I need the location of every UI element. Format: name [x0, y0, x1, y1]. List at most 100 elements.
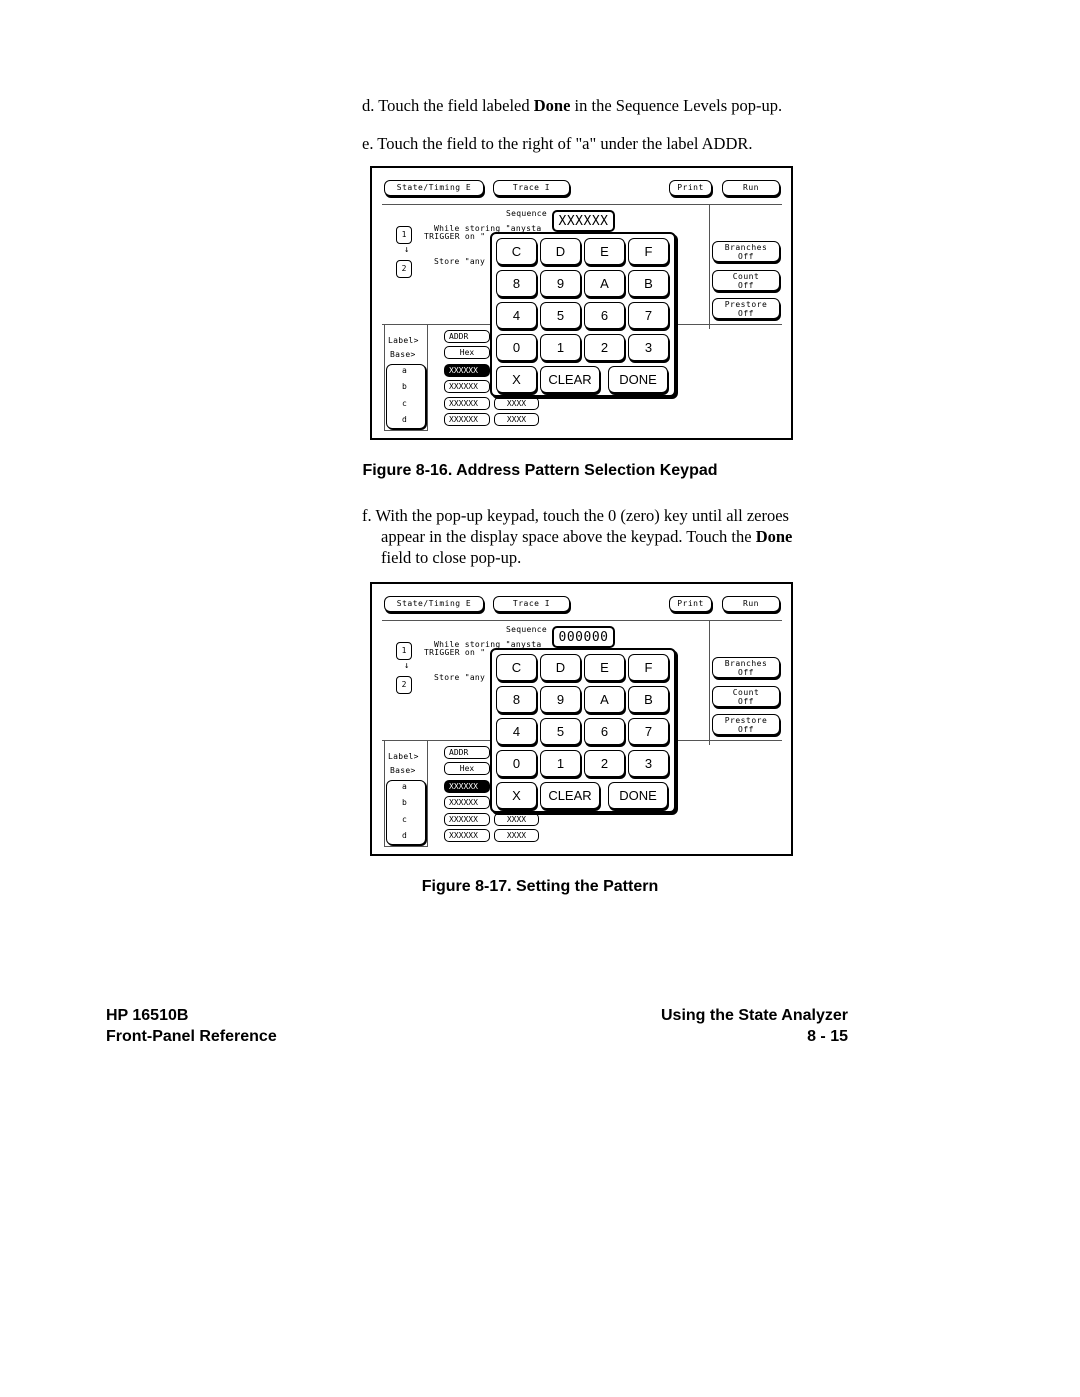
keypad-key[interactable]: 0 [496, 334, 537, 361]
keypad-key[interactable]: 1 [540, 750, 581, 777]
term-d[interactable]: d [402, 831, 407, 840]
prestore-button[interactable]: Prestore Off [712, 714, 780, 735]
keypad-key[interactable]: 4 [496, 718, 537, 745]
keypad-key[interactable]: 2 [584, 334, 625, 361]
term-c-pattern-field[interactable]: XXXXXX [444, 813, 490, 826]
trace-button[interactable]: Trace I [493, 180, 570, 196]
keypad-key[interactable]: 6 [584, 302, 625, 329]
menu-divider [382, 620, 782, 621]
keypad-key[interactable]: 7 [628, 302, 669, 329]
keypad-done-key[interactable]: DONE [608, 782, 668, 809]
keypad-key[interactable]: B [628, 270, 669, 297]
keypad-key[interactable]: E [584, 238, 625, 265]
label-field[interactable]: ADDR [444, 330, 490, 343]
keypad-key[interactable]: 3 [628, 750, 669, 777]
count-title: Count [732, 272, 760, 281]
keypad-key[interactable]: 1 [540, 334, 581, 361]
count-title: Count [732, 688, 760, 697]
term-c[interactable]: c [402, 399, 407, 408]
term-b-pattern-field[interactable]: XXXXXX [444, 380, 490, 393]
menu-divider [382, 204, 782, 205]
term-d-pattern-field[interactable]: XXXXXX [444, 413, 490, 426]
figure-8-17-caption: Figure 8-17. Setting the Pattern [421, 878, 659, 895]
run-button[interactable]: Run [722, 180, 780, 196]
sequence-level-1[interactable]: 1 [396, 642, 412, 660]
keypad-key[interactable]: 6 [584, 718, 625, 745]
term-a-pattern-field[interactable]: XXXXXX [444, 364, 490, 377]
keypad-x-key[interactable]: X [496, 366, 537, 393]
keypad-key[interactable]: 2 [584, 750, 625, 777]
keypad-key[interactable]: 8 [496, 270, 537, 297]
print-button[interactable]: Print [669, 596, 712, 612]
term-b-pattern-field[interactable]: XXXXXX [444, 796, 490, 809]
figure-8-16-caption: Figure 8-16. Address Pattern Selection K… [362, 462, 718, 479]
term-c[interactable]: c [402, 815, 407, 824]
keypad-key[interactable]: 7 [628, 718, 669, 745]
step-f-line1: f. With the pop-up keypad, touch the 0 (… [362, 506, 789, 525]
keypad-key[interactable]: D [540, 238, 581, 265]
count-value: Off [738, 697, 754, 706]
state-timing-button[interactable]: State/Timing E [384, 180, 484, 196]
keypad-key[interactable]: 5 [540, 718, 581, 745]
hex-keypad-popup: CDEF 89AB 4567 0123 X CLEAR DONE [490, 232, 676, 397]
term-a[interactable]: a [402, 366, 407, 375]
state-timing-button[interactable]: State/Timing E [384, 596, 484, 612]
term-b[interactable]: b [402, 798, 407, 807]
keypad-key[interactable]: D [540, 654, 581, 681]
term-d-pattern-field[interactable]: XXXXXX [444, 829, 490, 842]
keypad-key[interactable]: F [628, 654, 669, 681]
run-button[interactable]: Run [722, 596, 780, 612]
branches-title: Branches [724, 659, 768, 668]
term-c-pattern-field-2[interactable]: XXXX [494, 813, 539, 826]
term-c-pattern-field[interactable]: XXXXXX [444, 397, 490, 410]
keypad-key[interactable]: 9 [540, 686, 581, 713]
keypad-key[interactable]: E [584, 654, 625, 681]
keypad-x-key[interactable]: X [496, 782, 537, 809]
term-d-pattern-field-2[interactable]: XXXX [494, 413, 539, 426]
keypad-key[interactable]: A [584, 686, 625, 713]
keypad-key[interactable]: A [584, 270, 625, 297]
term-a-pattern-field[interactable]: XXXXXX [444, 780, 490, 793]
print-button[interactable]: Print [669, 180, 712, 196]
count-button[interactable]: Count Off [712, 270, 780, 291]
branches-button[interactable]: Branches Off [712, 657, 780, 678]
trace-button[interactable]: Trace I [493, 596, 570, 612]
prestore-title: Prestore [724, 716, 768, 725]
label-field[interactable]: ADDR [444, 746, 490, 759]
keypad-key[interactable]: 9 [540, 270, 581, 297]
keypad-key[interactable]: 4 [496, 302, 537, 329]
keypad-key[interactable]: C [496, 654, 537, 681]
keypad-key[interactable]: 0 [496, 750, 537, 777]
level-1-trigger-text: TRIGGER on " [424, 648, 486, 657]
base-field[interactable]: Hex [444, 762, 490, 775]
step-d-suffix: in the Sequence Levels pop-up. [570, 96, 783, 115]
term-d[interactable]: d [402, 415, 407, 424]
keypad-key[interactable]: F [628, 238, 669, 265]
branches-value: Off [738, 252, 754, 261]
term-c-pattern-field-2[interactable]: XXXX [494, 397, 539, 410]
base-field[interactable]: Hex [444, 346, 490, 359]
keypad-key[interactable]: 3 [628, 334, 669, 361]
keypad-key[interactable]: 5 [540, 302, 581, 329]
term-d-pattern-field-2[interactable]: XXXX [494, 829, 539, 842]
footer-manual-title: Front-Panel Reference [106, 1028, 277, 1045]
sequence-level-1[interactable]: 1 [396, 226, 412, 244]
branches-button[interactable]: Branches Off [712, 241, 780, 262]
count-value: Off [738, 281, 754, 290]
count-button[interactable]: Count Off [712, 686, 780, 707]
base-caption: Base> [390, 766, 416, 775]
step-f-line2: appear in the display space above the ke… [362, 526, 842, 547]
sequence-label: Sequence [506, 209, 547, 218]
sequence-level-2[interactable]: 2 [396, 260, 412, 278]
term-a[interactable]: a [402, 782, 407, 791]
keypad-done-key[interactable]: DONE [608, 366, 668, 393]
keypad-key[interactable]: B [628, 686, 669, 713]
keypad-clear-key[interactable]: CLEAR [540, 366, 600, 393]
footer-page-number: 8 - 15 [807, 1028, 848, 1045]
prestore-button[interactable]: Prestore Off [712, 298, 780, 319]
keypad-clear-key[interactable]: CLEAR [540, 782, 600, 809]
keypad-key[interactable]: 8 [496, 686, 537, 713]
term-b[interactable]: b [402, 382, 407, 391]
sequence-level-2[interactable]: 2 [396, 676, 412, 694]
keypad-key[interactable]: C [496, 238, 537, 265]
